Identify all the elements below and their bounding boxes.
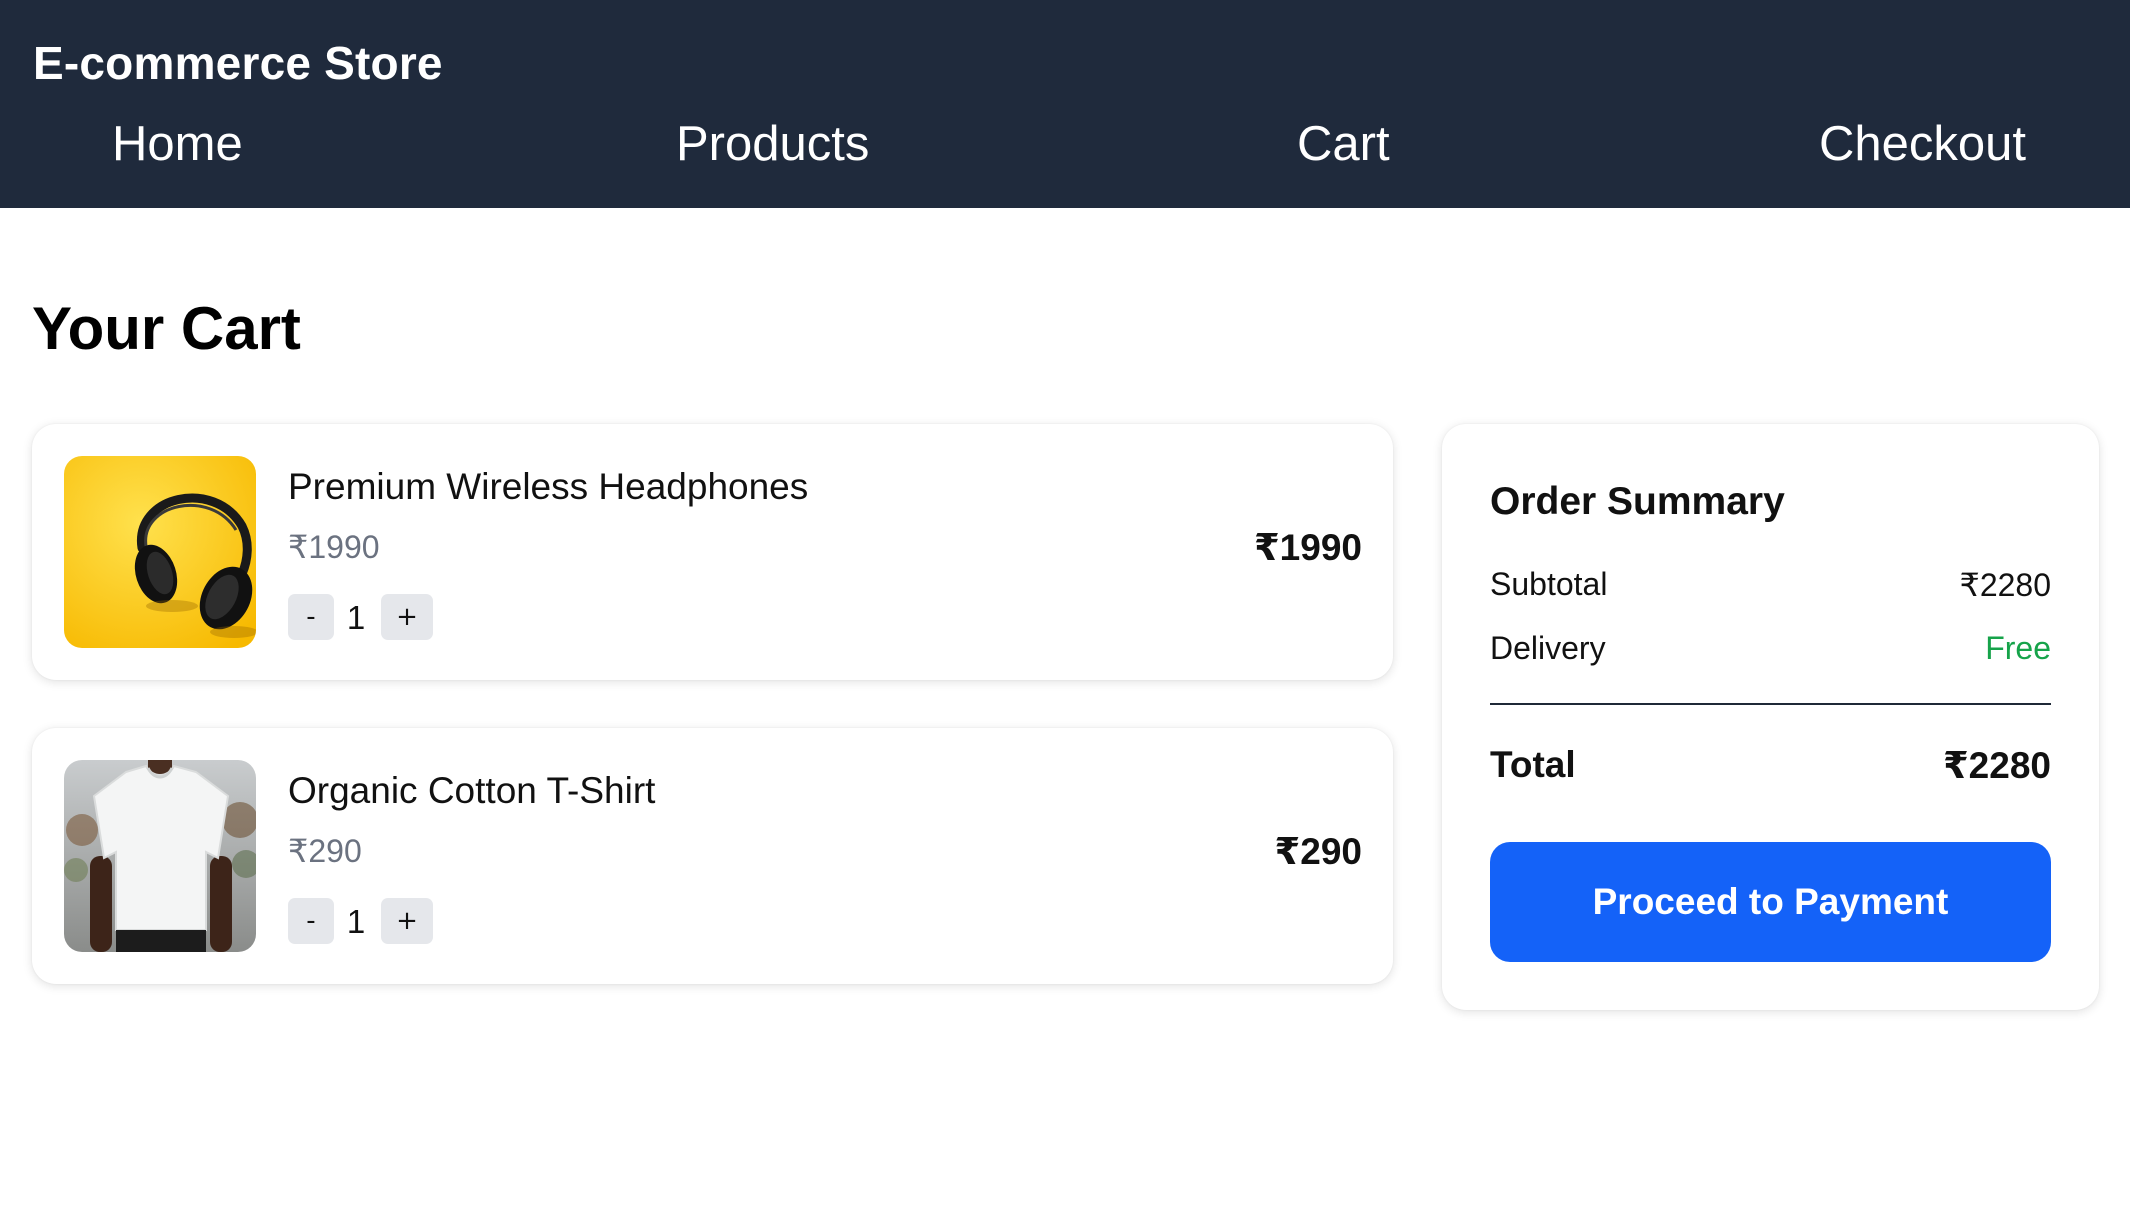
delivery-value: Free: [1985, 630, 2051, 666]
increase-quantity-button[interactable]: +: [381, 898, 433, 944]
increase-quantity-button[interactable]: +: [381, 594, 433, 640]
item-unit-price: ₹290: [288, 833, 362, 869]
proceed-to-payment-button[interactable]: Proceed to Payment: [1490, 842, 2051, 962]
store-logo-text[interactable]: E-commerce Store: [33, 36, 443, 90]
quantity-value: 1: [346, 599, 366, 636]
summary-divider: [1490, 703, 2051, 705]
item-line-total: ₹1990: [1253, 527, 1362, 568]
item-name[interactable]: Organic Cotton T-Shirt: [288, 770, 655, 812]
item-name[interactable]: Premium Wireless Headphones: [288, 466, 808, 508]
top-navbar: E-commerce Store Home Products Cart Chec…: [0, 0, 2130, 208]
order-summary-card: Order Summary Subtotal ₹2280 Delivery Fr…: [1442, 424, 2099, 1010]
tshirt-icon: [64, 760, 256, 952]
headphones-image: [64, 456, 256, 648]
cart-item-card: Premium Wireless Headphones ₹1990 - 1 + …: [32, 424, 1393, 680]
headphones-icon: [64, 456, 256, 648]
subtotal-value: ₹2280: [1959, 567, 2051, 603]
page-title: Your Cart: [32, 295, 301, 362]
decrease-quantity-button[interactable]: -: [288, 898, 334, 944]
item-line-total: ₹290: [1274, 831, 1362, 872]
delivery-label: Delivery: [1490, 630, 1606, 666]
decrease-quantity-button[interactable]: -: [288, 594, 334, 640]
tshirt-image: [64, 760, 256, 952]
order-summary-title: Order Summary: [1490, 480, 1785, 523]
subtotal-label: Subtotal: [1490, 566, 1608, 602]
nav-products-link[interactable]: Products: [676, 116, 869, 172]
total-label: Total: [1490, 744, 1576, 785]
nav-checkout-link[interactable]: Checkout: [1819, 116, 2026, 172]
item-unit-price: ₹1990: [288, 529, 380, 565]
quantity-value: 1: [346, 903, 366, 940]
cart-item-card: Organic Cotton T-Shirt ₹290 - 1 + ₹290: [32, 728, 1393, 984]
nav-cart-link[interactable]: Cart: [1297, 116, 1390, 172]
total-value: ₹2280: [1942, 745, 2051, 786]
nav-home-link[interactable]: Home: [112, 116, 243, 172]
